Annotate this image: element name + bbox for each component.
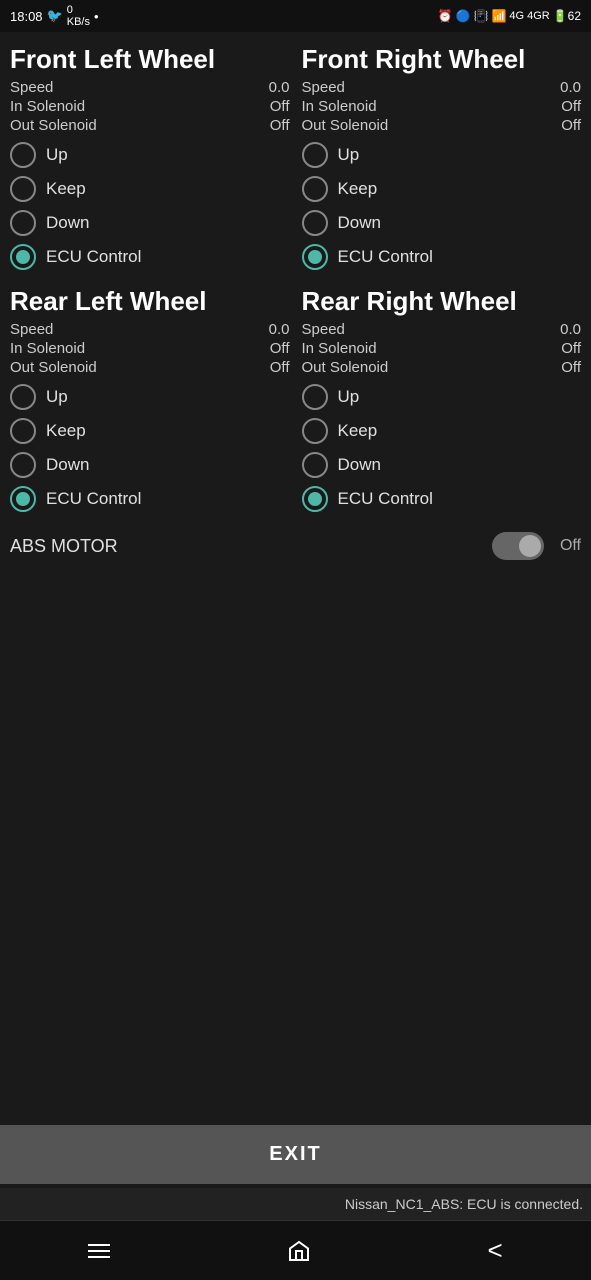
rear-right-title: Rear Right Wheel bbox=[302, 286, 582, 317]
front-right-up-radio[interactable] bbox=[302, 142, 328, 168]
rear-left-up[interactable]: Up bbox=[10, 384, 290, 410]
rear-right-out-solenoid-row: Out Solenoid Off bbox=[302, 359, 582, 376]
front-right-out-solenoid-row: Out Solenoid Off bbox=[302, 117, 582, 134]
exit-button[interactable]: EXIT bbox=[0, 1125, 591, 1184]
rear-left-speed-row: Speed 0.0 bbox=[10, 321, 290, 338]
status-time: 18:08 🐦 0KB/s • bbox=[10, 4, 99, 28]
rear-left-section: Rear Left Wheel Speed 0.0 In Solenoid Of… bbox=[4, 282, 296, 524]
wheel-grid: Front Left Wheel Speed 0.0 In Solenoid O… bbox=[4, 40, 587, 524]
rear-left-up-radio[interactable] bbox=[10, 384, 36, 410]
front-right-ecu-radio[interactable] bbox=[302, 244, 328, 270]
abs-motor-row: ABS MOTOR Off bbox=[4, 524, 587, 568]
home-icon bbox=[287, 1239, 311, 1263]
front-left-in-solenoid-row: In Solenoid Off bbox=[10, 98, 290, 115]
front-right-keep-radio[interactable] bbox=[302, 176, 328, 202]
toggle-knob bbox=[519, 535, 541, 557]
abs-motor-toggle[interactable] bbox=[492, 532, 544, 560]
status-message: Nissan_NC1_ABS: ECU is connected. bbox=[0, 1188, 591, 1220]
rear-left-keep[interactable]: Keep bbox=[10, 418, 290, 444]
front-right-keep[interactable]: Keep bbox=[302, 176, 582, 202]
rear-right-up[interactable]: Up bbox=[302, 384, 582, 410]
front-left-down-radio[interactable] bbox=[10, 210, 36, 236]
front-right-up[interactable]: Up bbox=[302, 142, 582, 168]
front-left-up-radio[interactable] bbox=[10, 142, 36, 168]
front-right-section: Front Right Wheel Speed 0.0 In Solenoid … bbox=[296, 40, 588, 282]
back-button[interactable]: < bbox=[477, 1225, 512, 1276]
back-icon: < bbox=[487, 1235, 502, 1266]
rear-left-radio-group: Up Keep Down ECU Control bbox=[10, 384, 290, 512]
abs-motor-label: ABS MOTOR bbox=[10, 536, 482, 557]
rear-left-ecu-control[interactable]: ECU Control bbox=[10, 486, 290, 512]
front-right-radio-group: Up Keep Down ECU Control bbox=[302, 142, 582, 270]
rear-left-keep-radio[interactable] bbox=[10, 418, 36, 444]
front-right-down-radio[interactable] bbox=[302, 210, 328, 236]
front-left-down[interactable]: Down bbox=[10, 210, 290, 236]
front-left-up[interactable]: Up bbox=[10, 142, 290, 168]
rear-right-ecu-control[interactable]: ECU Control bbox=[302, 486, 582, 512]
rear-left-down-radio[interactable] bbox=[10, 452, 36, 478]
status-bar: 18:08 🐦 0KB/s • ⏰ 🔵 📳 📶 4G 4GR 🔋62 bbox=[0, 0, 591, 32]
menu-button[interactable] bbox=[78, 1234, 120, 1268]
home-button[interactable] bbox=[277, 1229, 321, 1273]
rear-right-section: Rear Right Wheel Speed 0.0 In Solenoid O… bbox=[296, 282, 588, 524]
front-right-speed-row: Speed 0.0 bbox=[302, 79, 582, 96]
front-right-ecu-control[interactable]: ECU Control bbox=[302, 244, 582, 270]
front-left-section: Front Left Wheel Speed 0.0 In Solenoid O… bbox=[4, 40, 296, 282]
rear-left-in-solenoid-row: In Solenoid Off bbox=[10, 340, 290, 357]
front-left-ecu-radio[interactable] bbox=[10, 244, 36, 270]
main-content: Front Left Wheel Speed 0.0 In Solenoid O… bbox=[0, 32, 591, 1117]
bottom-nav: < bbox=[0, 1220, 591, 1280]
rear-right-down[interactable]: Down bbox=[302, 452, 582, 478]
front-left-title: Front Left Wheel bbox=[10, 44, 290, 75]
rear-right-keep-radio[interactable] bbox=[302, 418, 328, 444]
abs-motor-value: Off bbox=[560, 537, 581, 555]
front-left-keep[interactable]: Keep bbox=[10, 176, 290, 202]
front-right-title: Front Right Wheel bbox=[302, 44, 582, 75]
rear-right-ecu-radio[interactable] bbox=[302, 486, 328, 512]
rear-right-down-radio[interactable] bbox=[302, 452, 328, 478]
front-left-radio-group: Up Keep Down ECU Control bbox=[10, 142, 290, 270]
rear-left-out-solenoid-row: Out Solenoid Off bbox=[10, 359, 290, 376]
front-right-down[interactable]: Down bbox=[302, 210, 582, 236]
rear-left-down[interactable]: Down bbox=[10, 452, 290, 478]
front-left-speed-row: Speed 0.0 bbox=[10, 79, 290, 96]
menu-icon bbox=[88, 1244, 110, 1258]
front-left-keep-radio[interactable] bbox=[10, 176, 36, 202]
rear-right-keep[interactable]: Keep bbox=[302, 418, 582, 444]
front-left-out-solenoid-row: Out Solenoid Off bbox=[10, 117, 290, 134]
rear-right-radio-group: Up Keep Down ECU Control bbox=[302, 384, 582, 512]
status-icons: ⏰ 🔵 📳 📶 4G 4GR 🔋62 bbox=[438, 9, 581, 23]
rear-right-speed-row: Speed 0.0 bbox=[302, 321, 582, 338]
rear-right-in-solenoid-row: In Solenoid Off bbox=[302, 340, 582, 357]
front-right-in-solenoid-row: In Solenoid Off bbox=[302, 98, 582, 115]
rear-right-up-radio[interactable] bbox=[302, 384, 328, 410]
rear-left-title: Rear Left Wheel bbox=[10, 286, 290, 317]
rear-left-ecu-radio[interactable] bbox=[10, 486, 36, 512]
exit-button-container: EXIT bbox=[0, 1117, 591, 1188]
front-left-ecu-control[interactable]: ECU Control bbox=[10, 244, 290, 270]
